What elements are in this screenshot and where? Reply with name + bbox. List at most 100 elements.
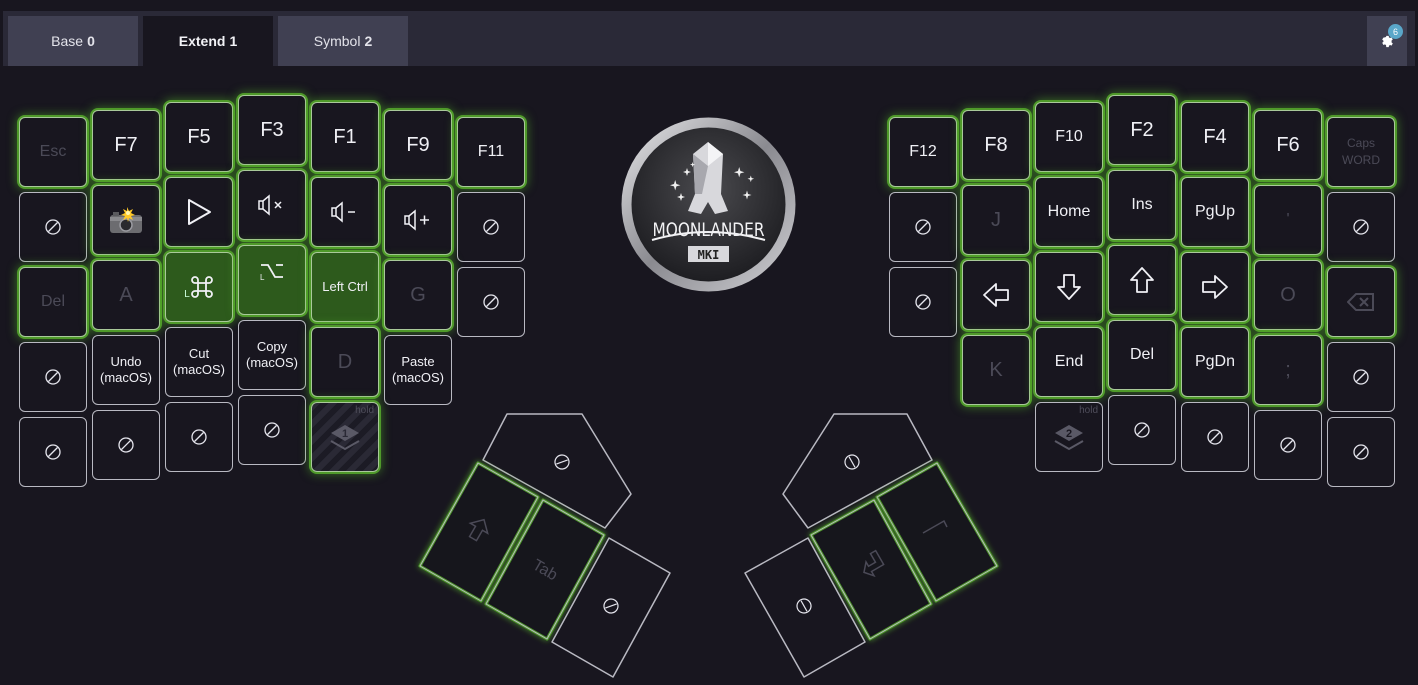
key-layer-1-hold[interactable]: hold 1 — [311, 402, 379, 472]
key-layer-2-hold[interactable]: hold 2 — [1035, 402, 1103, 472]
tab-base[interactable]: Base 0 — [8, 16, 138, 66]
key-f3[interactable]: F3 — [238, 95, 306, 165]
key-sublabel: WORD — [1342, 153, 1380, 167]
key-label: F3 — [260, 118, 284, 141]
key-backspace[interactable] — [1327, 267, 1395, 337]
key-left-option[interactable]: L — [238, 245, 306, 315]
key-left-ctrl[interactable]: Left Ctrl — [311, 252, 379, 322]
key-g[interactable]: G — [384, 260, 452, 330]
key-none[interactable] — [19, 192, 87, 262]
key-home[interactable]: Home — [1035, 177, 1103, 247]
layers-icon: 1 — [330, 425, 360, 451]
key-none[interactable] — [19, 342, 87, 412]
tab-index: 2 — [364, 33, 373, 49]
key-end[interactable]: End — [1035, 327, 1103, 397]
key-none[interactable] — [1108, 395, 1176, 465]
layers-icon: 2 — [1054, 425, 1084, 451]
key-caps-word[interactable]: Caps WORD — [1327, 117, 1395, 187]
key-none[interactable] — [457, 267, 525, 337]
key-none[interactable] — [1254, 410, 1322, 480]
key-none[interactable] — [165, 402, 233, 472]
key-f4[interactable]: F4 — [1181, 102, 1249, 172]
key-d[interactable]: D — [311, 327, 379, 397]
volume-down-icon — [331, 201, 355, 223]
key-up-arrow[interactable] — [1108, 245, 1176, 315]
key-copy[interactable]: Copy (macOS) — [238, 320, 306, 390]
key-mute[interactable] — [238, 170, 306, 240]
key-esc[interactable]: Esc — [19, 117, 87, 187]
arrow-right-icon — [1202, 275, 1228, 299]
key-none[interactable] — [1327, 192, 1395, 262]
no-action-icon — [1353, 444, 1369, 460]
key-volume-down[interactable] — [311, 177, 379, 247]
no-action-icon — [45, 444, 61, 460]
key-none[interactable] — [1181, 402, 1249, 472]
key-pgdn[interactable]: PgDn — [1181, 327, 1249, 397]
key-left-cmd[interactable]: L — [165, 252, 233, 322]
key-label: PgDn — [1194, 353, 1236, 370]
key-label: Del — [40, 293, 65, 310]
key-none[interactable] — [92, 410, 160, 480]
key-none[interactable] — [889, 267, 957, 337]
key-k[interactable]: K — [962, 335, 1030, 405]
key-f2[interactable]: F2 — [1108, 95, 1176, 165]
key-semicolon[interactable]: ; — [1254, 335, 1322, 405]
key-paste[interactable]: Paste (macOS) — [384, 335, 452, 405]
key-none[interactable] — [1327, 417, 1395, 487]
settings-button[interactable]: 6 — [1367, 16, 1407, 66]
tab-label: Symbol — [313, 33, 361, 49]
no-action-icon — [483, 219, 499, 235]
svg-text:1: 1 — [342, 428, 348, 440]
key-f9[interactable]: F9 — [384, 110, 452, 180]
key-f5[interactable]: F5 — [165, 102, 233, 172]
key-pgup[interactable]: PgUp — [1181, 177, 1249, 247]
key-left-arrow[interactable] — [962, 260, 1030, 330]
key-o[interactable]: O — [1254, 260, 1322, 330]
key-none[interactable] — [238, 395, 306, 465]
key-j[interactable]: J — [962, 185, 1030, 255]
no-action-icon — [191, 429, 207, 445]
key-none[interactable] — [1327, 342, 1395, 412]
key-f10[interactable]: F10 — [1035, 102, 1103, 172]
key-quote[interactable]: ' — [1254, 185, 1322, 255]
svg-text:MKI: MKI — [698, 248, 720, 262]
volume-up-icon — [404, 209, 429, 231]
key-f1[interactable]: F1 — [311, 102, 379, 172]
key-label: F2 — [1130, 118, 1154, 141]
key-screenshot[interactable] — [92, 185, 160, 255]
key-none[interactable] — [457, 192, 525, 262]
key-label: F12 — [909, 143, 937, 160]
key-right-arrow[interactable] — [1181, 252, 1249, 322]
key-sublabel: (macOS) — [392, 370, 444, 385]
tab-label: Extend — [178, 33, 226, 49]
key-label: ; — [1285, 358, 1291, 381]
key-a[interactable]: A — [92, 260, 160, 330]
tab-extend[interactable]: Extend 1 — [143, 16, 273, 66]
tab-symbol[interactable]: Symbol 2 — [278, 16, 408, 66]
play-icon — [188, 199, 211, 225]
key-del[interactable]: Del — [19, 267, 87, 337]
key-down-arrow[interactable] — [1035, 252, 1103, 322]
key-del-right[interactable]: Del — [1108, 320, 1176, 390]
key-ins[interactable]: Ins — [1108, 170, 1176, 240]
key-none[interactable] — [19, 417, 87, 487]
no-action-icon — [118, 437, 134, 453]
key-cut[interactable]: Cut (macOS) — [165, 327, 233, 397]
no-action-icon — [45, 369, 61, 385]
key-label: F10 — [1055, 128, 1083, 145]
key-f6[interactable]: F6 — [1254, 110, 1322, 180]
key-label: J — [991, 208, 1001, 231]
key-f7[interactable]: F7 — [92, 110, 160, 180]
key-label: F7 — [114, 133, 138, 156]
key-f8[interactable]: F8 — [962, 110, 1030, 180]
key-label: Caps — [1346, 136, 1375, 150]
key-label: F11 — [477, 143, 505, 160]
key-f12[interactable]: F12 — [889, 117, 957, 187]
key-none[interactable] — [889, 192, 957, 262]
key-volume-up[interactable] — [384, 185, 452, 255]
key-undo[interactable]: Undo (macOS) — [92, 335, 160, 405]
key-f11[interactable]: F11 — [457, 117, 525, 187]
key-play[interactable] — [165, 177, 233, 247]
svg-text:2: 2 — [1066, 428, 1072, 440]
no-action-icon — [1280, 437, 1296, 453]
